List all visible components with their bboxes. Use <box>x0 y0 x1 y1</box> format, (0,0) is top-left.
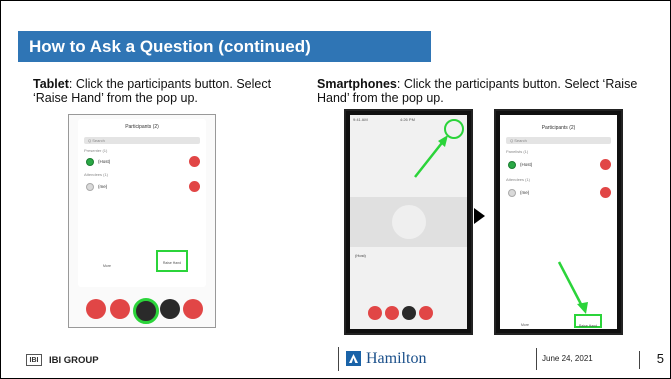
raise-hand-button[interactable]: Raise Hand <box>156 250 188 272</box>
phone-caption: Smartphones: Click the participants butt… <box>317 77 657 105</box>
pointer-arrow-icon <box>557 261 588 314</box>
phone-search-input[interactable]: Q Search <box>506 137 611 144</box>
tablet-caption-label: Tablet <box>33 77 69 91</box>
participant-name: (Host) <box>520 162 533 167</box>
mic-muted-icon <box>600 187 611 198</box>
participant-name: (me) <box>98 184 108 189</box>
tablet-participants-title: Participants (2) <box>125 124 159 130</box>
tablet-participant-row: (Host) <box>84 156 200 168</box>
hamilton-logo: Hamilton <box>338 347 479 371</box>
mic-muted-icon <box>600 159 611 170</box>
hamilton-wordmark: Hamilton <box>366 350 427 367</box>
phone-section-attendees: Attendees (1) <box>506 177 531 182</box>
tablet-more-button[interactable] <box>160 299 180 319</box>
phone-meeting-screen: 9:41 AM 4:26 PM (Host) <box>350 115 467 329</box>
footer-date: June 24, 2021 <box>542 354 593 363</box>
tablet-leave-button[interactable] <box>183 299 203 319</box>
mic-muted-icon <box>189 156 200 167</box>
phone-participant-row: (Host) <box>506 159 611 171</box>
phone-participants-screenshot: Participants (2) Q Search Panelists (1) … <box>494 109 623 335</box>
tablet-caption-text: : Click the participants button. Select … <box>33 77 272 105</box>
mic-muted-icon <box>189 181 200 192</box>
tablet-screenshot: Participants (2) Q Search Presenter (1) … <box>68 114 216 328</box>
phone-caption-label: Smartphones <box>317 77 397 91</box>
hamilton-crest-icon <box>346 351 361 366</box>
tablet-video-button[interactable] <box>110 299 130 319</box>
page-number: 5 <box>639 351 664 369</box>
participant-name: (Host) <box>98 159 111 164</box>
phone-status-clock: 4:26 PM <box>400 117 415 122</box>
phone-leave-button[interactable] <box>419 306 433 320</box>
tablet-participant-row: (me) <box>84 181 200 193</box>
org-name: IBI GROUP <box>49 355 99 366</box>
tablet-participants-button[interactable] <box>133 298 159 324</box>
phone-participants-panel: Participants (2) Q Search Panelists (1) … <box>500 115 617 329</box>
slide: How to Ask a Question (continued) Tablet… <box>0 0 671 379</box>
phone-video-button[interactable] <box>385 306 399 320</box>
avatar <box>86 183 94 191</box>
tablet-section-attendees: Attendees (1) <box>84 172 109 177</box>
avatar <box>508 161 516 169</box>
avatar <box>508 189 516 197</box>
tablet-section-presenter: Presenter (1) <box>84 148 108 153</box>
more-button[interactable]: More <box>96 255 118 271</box>
phone-video-area <box>350 197 467 247</box>
ibi-logo: IBI <box>26 354 42 366</box>
slide-title: How to Ask a Question (continued) <box>18 31 431 62</box>
phone-meeting-screenshot: 9:41 AM 4:26 PM (Host) <box>344 109 473 335</box>
raise-hand-button[interactable]: Raise Hand <box>574 314 602 328</box>
phone-mic-button[interactable] <box>368 306 382 320</box>
phone-participants-title: Participants (2) <box>541 125 576 131</box>
phone-status-time: 9:41 AM <box>353 117 368 122</box>
phone-participant-row: (me) <box>506 187 611 199</box>
tablet-caption: Tablet: Click the participants button. S… <box>33 77 293 105</box>
tablet-mic-button[interactable] <box>86 299 106 319</box>
next-step-arrow-icon <box>474 208 485 224</box>
pointer-arrow-icon <box>414 135 448 178</box>
avatar <box>392 205 426 239</box>
phone-host-label: (Host) <box>355 253 366 258</box>
tablet-participants-panel: Participants (2) Q Search Presenter (1) … <box>78 119 206 287</box>
tablet-search-input[interactable]: Q Search <box>84 137 200 144</box>
participant-name: (me) <box>520 190 530 195</box>
more-button[interactable]: More <box>516 314 534 328</box>
avatar <box>86 158 94 166</box>
footer-date-box: June 24, 2021 <box>536 348 637 370</box>
phone-share-button[interactable] <box>402 306 416 320</box>
phone-section-panelists: Panelists (1) <box>506 149 529 154</box>
